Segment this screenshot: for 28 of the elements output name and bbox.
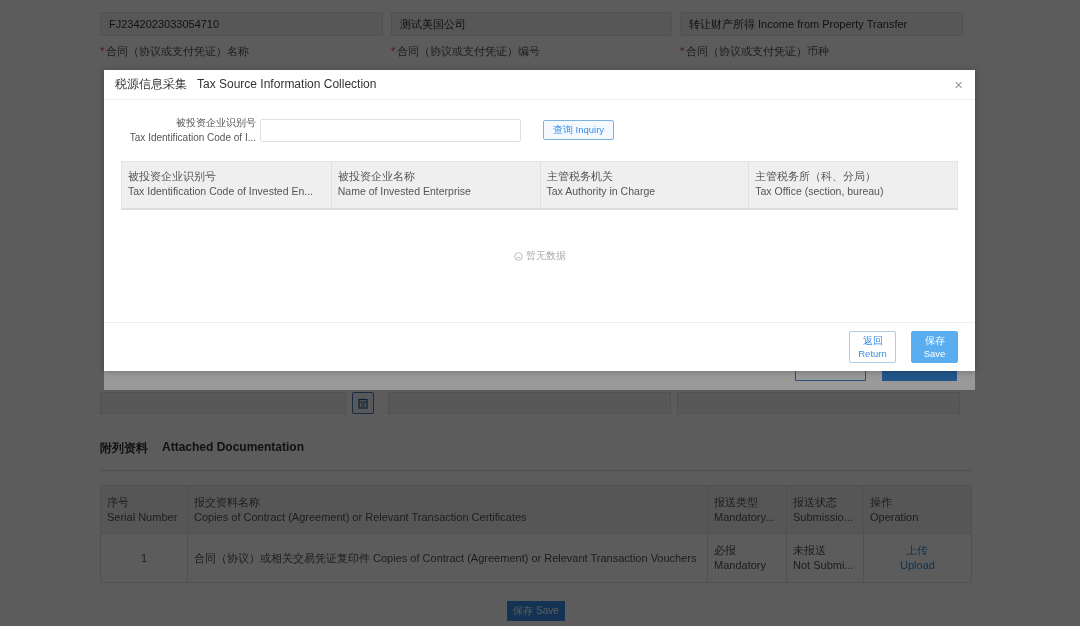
calendar-icon [358, 397, 368, 409]
column-header: 被投资企业名称 Name of Invested Enterprise [330, 162, 540, 208]
calendar-button[interactable] [352, 392, 374, 414]
column-header: 主管税务机关 Tax Authority in Charge [539, 162, 749, 208]
column-header: 主管税务所（科、分局） Tax Office (section, bureau) [748, 162, 957, 208]
inquiry-button[interactable]: 查询 Inquiry [543, 120, 614, 140]
dialog-title: 税源信息采集 Tax Source Information Collection [115, 76, 377, 93]
empty-icon [513, 251, 523, 261]
save-button[interactable]: 保存 Save [507, 601, 565, 621]
return-button[interactable]: 返回 Return [849, 331, 896, 363]
table-cell: 必报 Mandatory [707, 533, 787, 583]
table-cell: 未报送 Not Submi... [786, 533, 864, 583]
column-header: 被投资企业识别号 Tax Identification Code of Invested En... [127, 169, 315, 199]
text-field[interactable]: FJ2342023033054710 [100, 12, 383, 36]
required-mark: * [100, 45, 105, 57]
field-label: Tax Identification Code of I... [128, 131, 256, 145]
upload-link[interactable]: 上传 Upload [900, 543, 935, 573]
required-mark: * [391, 45, 396, 57]
close-button[interactable]: × [954, 77, 963, 92]
field-label: 被投资企业识别号 [175, 116, 256, 130]
empty-message: 暂无数据 [525, 249, 566, 263]
section-title: 附列资料 [100, 440, 148, 457]
required-mark: * [680, 45, 685, 57]
table-cell: 1 [100, 533, 188, 583]
save-button[interactable]: 保存 Save [911, 331, 958, 363]
text-field[interactable]: 转让财产所得 Income from Property Transfer [680, 12, 963, 36]
input-field[interactable] [260, 118, 521, 142]
section-title: Attached Documentation [162, 440, 304, 456]
